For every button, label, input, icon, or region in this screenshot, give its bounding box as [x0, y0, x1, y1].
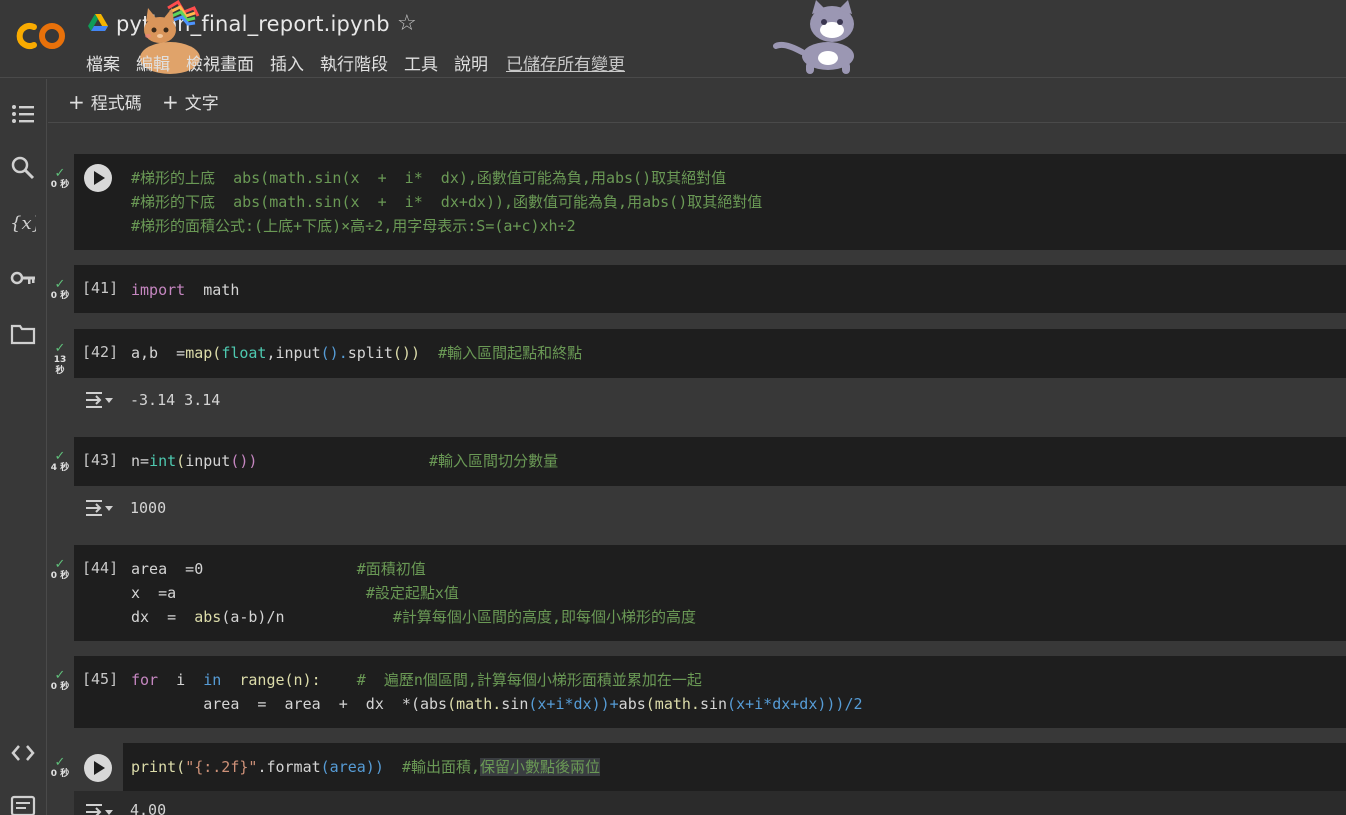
execution-count: [44]: [82, 559, 119, 577]
menu-runtime[interactable]: 執行階段: [320, 50, 388, 75]
add-code-label: 程式碼: [90, 94, 142, 114]
output-toggle-icon[interactable]: [86, 389, 114, 411]
code-cell-focused[interactable]: ✓ 0 秒 print("{:.2f}".format(area)) #輸出面積…: [51, 743, 1346, 791]
cell-output: 1000: [74, 486, 1346, 530]
check-icon: ✓: [54, 668, 66, 683]
star-icon[interactable]: ☆: [397, 11, 417, 36]
cell-status: ✓ 0 秒: [48, 755, 72, 780]
toolbar: + 程式碼 + 文字: [48, 79, 1346, 123]
menu-tools[interactable]: 工具: [404, 50, 438, 75]
check-icon: ✓: [54, 277, 66, 292]
table-of-contents-icon[interactable]: [10, 101, 36, 127]
google-drive-icon[interactable]: [88, 14, 108, 32]
left-rail: {x}: [0, 79, 47, 815]
check-icon: ✓: [54, 341, 66, 356]
cell-status: ✓ 0 秒: [48, 166, 72, 191]
cell-status: ✓ 0 秒: [48, 557, 72, 582]
saved-status-link[interactable]: 已儲存所有變更: [506, 50, 625, 75]
check-icon: ✓: [54, 557, 66, 572]
check-icon: ✓: [54, 449, 66, 464]
menu-file[interactable]: 檔案: [86, 50, 120, 75]
cell-status: ✓ 0 秒: [48, 277, 72, 302]
code-snippets-icon[interactable]: [10, 740, 36, 766]
header: python_final_report.ipynb ☆ 檔案 編輯 檢視畫面 插…: [0, 0, 1346, 78]
cell-code[interactable]: import math: [131, 278, 239, 302]
key-icon[interactable]: [10, 265, 36, 291]
code-cell[interactable]: ✓ 0 秒 [41] import math: [51, 265, 1346, 313]
cell-code[interactable]: a,b =map(float,input().split()) #輸入區間起點和…: [131, 341, 582, 365]
cell-code[interactable]: #梯形的上底 abs(math.sin(x + i* dx),函數值可能為負,用…: [131, 166, 762, 238]
svg-text:{x}: {x}: [10, 213, 36, 234]
colab-logo-icon[interactable]: [14, 18, 70, 54]
cell-status: ✓ 0 秒: [48, 668, 72, 693]
cell-output: 4.00: [74, 791, 1346, 815]
output-toggle-icon[interactable]: [86, 497, 114, 519]
code-cell[interactable]: ✓ 13 秒 [42] a,b =map(float,input().split…: [54, 329, 1346, 378]
folder-icon[interactable]: [10, 321, 36, 347]
run-cell-button[interactable]: [84, 164, 112, 192]
check-icon: ✓: [54, 755, 66, 770]
execution-count: [41]: [82, 279, 119, 297]
check-icon: ✓: [54, 166, 66, 181]
execution-count: [45]: [82, 670, 119, 688]
execution-count: [42]: [82, 343, 119, 361]
run-cell-button[interactable]: [84, 754, 112, 782]
cell-code[interactable]: for i in range(n): # 遍歷n個區間,計算每個小梯形面積並累加…: [131, 668, 863, 716]
menu-help[interactable]: 說明: [454, 50, 488, 75]
plus-icon: +: [68, 89, 85, 114]
code-cell[interactable]: ✓ 0 秒 [44] area =0 #面積初值 x =a #設定起點x值 dx…: [51, 545, 1346, 641]
colab-app: python_final_report.ipynb ☆ 檔案 編輯 檢視畫面 插…: [0, 0, 1346, 815]
cell-status: ✓ 13 秒: [48, 341, 72, 377]
cell-code[interactable]: n=int(input()) #輸入區間切分數量: [131, 449, 558, 473]
plus-icon: +: [162, 89, 179, 114]
add-text-button[interactable]: + 文字: [162, 89, 219, 115]
cell-output: -3.14 3.14: [74, 378, 1346, 422]
output-text: 1000: [130, 499, 167, 517]
search-icon[interactable]: [10, 155, 36, 181]
output-text: 4.00: [130, 801, 167, 815]
cell-code[interactable]: print("{:.2f}".format(area)) #輸出面積,保留小數點…: [131, 755, 601, 779]
menu-edit[interactable]: 編輯: [136, 50, 170, 75]
cell-code[interactable]: area =0 #面積初值 x =a #設定起點x值 dx = abs(a-b)…: [131, 557, 696, 629]
terminal-icon[interactable]: [10, 793, 36, 815]
menu-insert[interactable]: 插入: [270, 50, 304, 75]
add-code-button[interactable]: + 程式碼: [68, 89, 142, 115]
notebook-area: ✓ 0 秒 #梯形的上底 abs(math.sin(x + i* dx),函數值…: [48, 124, 1346, 815]
grey-cat-sticker-icon: [773, 0, 854, 74]
add-text-label: 文字: [184, 94, 219, 114]
code-cell[interactable]: ✓ 4 秒 [43] n=int(input()) #輸入區間切分數量: [51, 437, 1346, 486]
cell-status: ✓ 4 秒: [48, 449, 72, 474]
code-cell[interactable]: ✓ 0 秒 [45] for i in range(n): # 遍歷n個區間,計…: [51, 656, 1346, 728]
menu-view[interactable]: 檢視畫面: [186, 50, 254, 75]
menu-bar: 檔案 編輯 檢視畫面 插入 執行階段 工具 說明 已儲存所有變更: [86, 50, 641, 75]
variables-icon[interactable]: {x}: [10, 209, 36, 235]
execution-count: [43]: [82, 451, 119, 469]
output-toggle-icon[interactable]: [86, 801, 114, 815]
code-cell[interactable]: ✓ 0 秒 #梯形的上底 abs(math.sin(x + i* dx),函數值…: [51, 154, 1346, 250]
output-text: -3.14 3.14: [130, 391, 221, 409]
